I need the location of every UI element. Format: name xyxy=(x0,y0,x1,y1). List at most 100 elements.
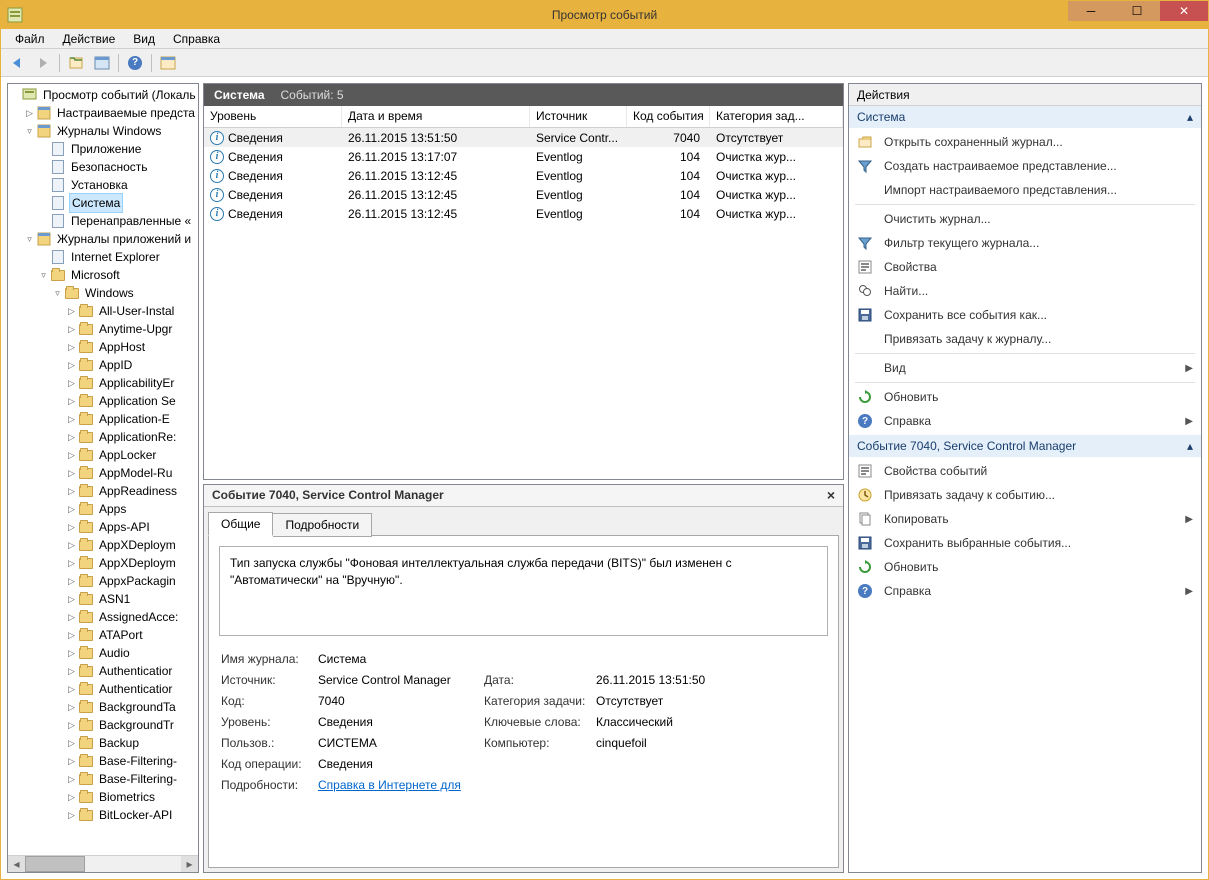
view-button[interactable] xyxy=(156,51,180,75)
tree-node[interactable]: ▷Base-Filtering- xyxy=(8,770,198,788)
expand-icon[interactable]: ▷ xyxy=(66,734,77,752)
tree-node[interactable]: ▷AppModel-Ru xyxy=(8,464,198,482)
scroll-right-button[interactable]: ▸ xyxy=(181,856,198,872)
action-item[interactable]: Создать настраиваемое представление... xyxy=(849,154,1201,178)
help-button[interactable]: ? xyxy=(123,51,147,75)
expand-icon[interactable]: ▷ xyxy=(66,554,77,572)
tree-node[interactable]: ▷AppXDeploym xyxy=(8,554,198,572)
tree-node[interactable]: Установка xyxy=(8,176,198,194)
action-item[interactable]: ?Справка▶ xyxy=(849,579,1201,603)
menu-file[interactable]: Файл xyxy=(7,30,53,48)
table-row[interactable]: iСведения26.11.2015 13:17:07Eventlog104О… xyxy=(204,147,843,166)
expand-icon[interactable]: ▷ xyxy=(66,356,77,374)
expand-icon[interactable]: ▷ xyxy=(66,446,77,464)
tree-node[interactable]: ▷Audio xyxy=(8,644,198,662)
maximize-button[interactable]: ☐ xyxy=(1114,1,1160,21)
expand-icon[interactable]: ▿ xyxy=(24,230,35,248)
tree-node[interactable]: ▿Журналы приложений и xyxy=(8,230,198,248)
expand-icon[interactable]: ▷ xyxy=(66,698,77,716)
tree-node[interactable]: ▷ApplicationRe: xyxy=(8,428,198,446)
action-item[interactable]: Найти... xyxy=(849,279,1201,303)
action-item[interactable]: Привязать задачу к событию... xyxy=(849,483,1201,507)
expand-icon[interactable]: ▿ xyxy=(24,122,35,140)
tree-node[interactable]: ▷All-User-Instal xyxy=(8,302,198,320)
expand-icon[interactable]: ▷ xyxy=(66,536,77,554)
tree-node[interactable]: ▷Biometrics xyxy=(8,788,198,806)
table-row[interactable]: iСведения26.11.2015 13:12:45Eventlog104О… xyxy=(204,204,843,223)
tree-node[interactable]: ▷Authenticatior xyxy=(8,680,198,698)
expand-icon[interactable]: ▷ xyxy=(24,104,35,122)
col-header-category[interactable]: Категория зад... xyxy=(710,106,843,127)
expand-icon[interactable]: ▷ xyxy=(66,752,77,770)
expand-icon[interactable]: ▿ xyxy=(38,266,49,284)
tree-node[interactable]: ▷AppLocker xyxy=(8,446,198,464)
tree-node[interactable]: ▷Application Se xyxy=(8,392,198,410)
tree-node[interactable]: ▷AssignedAcce: xyxy=(8,608,198,626)
expand-icon[interactable]: ▷ xyxy=(66,410,77,428)
show-tree-button[interactable] xyxy=(64,51,88,75)
expand-icon[interactable]: ▷ xyxy=(66,662,77,680)
actions-section-event[interactable]: Событие 7040, Service Control Manager ▴ xyxy=(849,435,1201,457)
tab-details[interactable]: Подробности xyxy=(273,513,372,537)
expand-icon[interactable]: ▷ xyxy=(66,518,77,536)
action-item[interactable]: Свойства событий xyxy=(849,459,1201,483)
nav-back-button[interactable] xyxy=(5,51,29,75)
tree-scroll[interactable]: Просмотр событий (Локаль▷Настраиваемые п… xyxy=(8,84,198,855)
action-item[interactable]: Фильтр текущего журнала... xyxy=(849,231,1201,255)
tree-node[interactable]: ▷Backup xyxy=(8,734,198,752)
table-row[interactable]: iСведения26.11.2015 13:51:50Service Cont… xyxy=(204,128,843,147)
expand-icon[interactable]: ▷ xyxy=(66,428,77,446)
action-item[interactable]: Вид▶ xyxy=(849,356,1201,380)
online-help-link[interactable]: Справка в Интернете для xyxy=(318,778,461,792)
tree-node[interactable]: ▷ApplicabilityEr xyxy=(8,374,198,392)
tree-node[interactable]: ▷Base-Filtering- xyxy=(8,752,198,770)
col-header-source[interactable]: Источник xyxy=(530,106,627,127)
tree-node[interactable]: ▷Application-E xyxy=(8,410,198,428)
action-item[interactable]: Привязать задачу к журналу... xyxy=(849,327,1201,351)
menu-action[interactable]: Действие xyxy=(55,30,124,48)
tree-node[interactable]: ▿Журналы Windows xyxy=(8,122,198,140)
scroll-left-button[interactable]: ◂ xyxy=(8,856,25,872)
action-item[interactable]: Импорт настраиваемого представления... xyxy=(849,178,1201,202)
detail-pane-close-button[interactable]: × xyxy=(827,487,835,503)
col-header-datetime[interactable]: Дата и время xyxy=(342,106,530,127)
action-item[interactable]: Обновить xyxy=(849,555,1201,579)
expand-icon[interactable]: ▷ xyxy=(66,680,77,698)
action-item[interactable]: Очистить журнал... xyxy=(849,207,1201,231)
tree-node[interactable]: ▷Anytime-Upgr xyxy=(8,320,198,338)
tree-node[interactable]: ▷ATAPort xyxy=(8,626,198,644)
scroll-thumb[interactable] xyxy=(25,856,85,872)
action-item[interactable]: Открыть сохраненный журнал... xyxy=(849,130,1201,154)
minimize-button[interactable]: ─ xyxy=(1068,1,1114,21)
col-header-level[interactable]: Уровень xyxy=(204,106,342,127)
expand-icon[interactable]: ▷ xyxy=(66,464,77,482)
tree-node[interactable]: ▷AppxPackagin xyxy=(8,572,198,590)
expand-icon[interactable]: ▷ xyxy=(66,572,77,590)
horizontal-scrollbar[interactable]: ◂ ▸ xyxy=(8,855,198,872)
table-row[interactable]: iСведения26.11.2015 13:12:45Eventlog104О… xyxy=(204,185,843,204)
event-list-body[interactable]: iСведения26.11.2015 13:51:50Service Cont… xyxy=(204,128,843,479)
tree-node[interactable]: ▿Microsoft xyxy=(8,266,198,284)
expand-icon[interactable]: ▷ xyxy=(66,302,77,320)
tree-node[interactable]: ▿Windows xyxy=(8,284,198,302)
action-item[interactable]: Копировать▶ xyxy=(849,507,1201,531)
tree-node[interactable]: ▷BitLocker-API xyxy=(8,806,198,824)
tree-node[interactable]: ▷ASN1 xyxy=(8,590,198,608)
tree-node[interactable]: Безопасность xyxy=(8,158,198,176)
expand-icon[interactable]: ▷ xyxy=(66,500,77,518)
expand-icon[interactable]: ▷ xyxy=(66,608,77,626)
tree-node[interactable]: Приложение xyxy=(8,140,198,158)
expand-icon[interactable]: ▷ xyxy=(66,788,77,806)
expand-icon[interactable]: ▷ xyxy=(66,338,77,356)
tree-node[interactable]: ▷AppHost xyxy=(8,338,198,356)
expand-icon[interactable]: ▷ xyxy=(66,770,77,788)
expand-icon[interactable]: ▷ xyxy=(66,320,77,338)
tree-node[interactable]: ▷AppReadiness xyxy=(8,482,198,500)
tree-node[interactable]: ▷Настраиваемые предста xyxy=(8,104,198,122)
expand-icon[interactable]: ▷ xyxy=(66,644,77,662)
tree-node[interactable]: ▷BackgroundTr xyxy=(8,716,198,734)
tree-node[interactable]: ▷AppID xyxy=(8,356,198,374)
col-header-code[interactable]: Код события xyxy=(627,106,710,127)
action-item[interactable]: Сохранить выбранные события... xyxy=(849,531,1201,555)
nav-forward-button[interactable] xyxy=(31,51,55,75)
